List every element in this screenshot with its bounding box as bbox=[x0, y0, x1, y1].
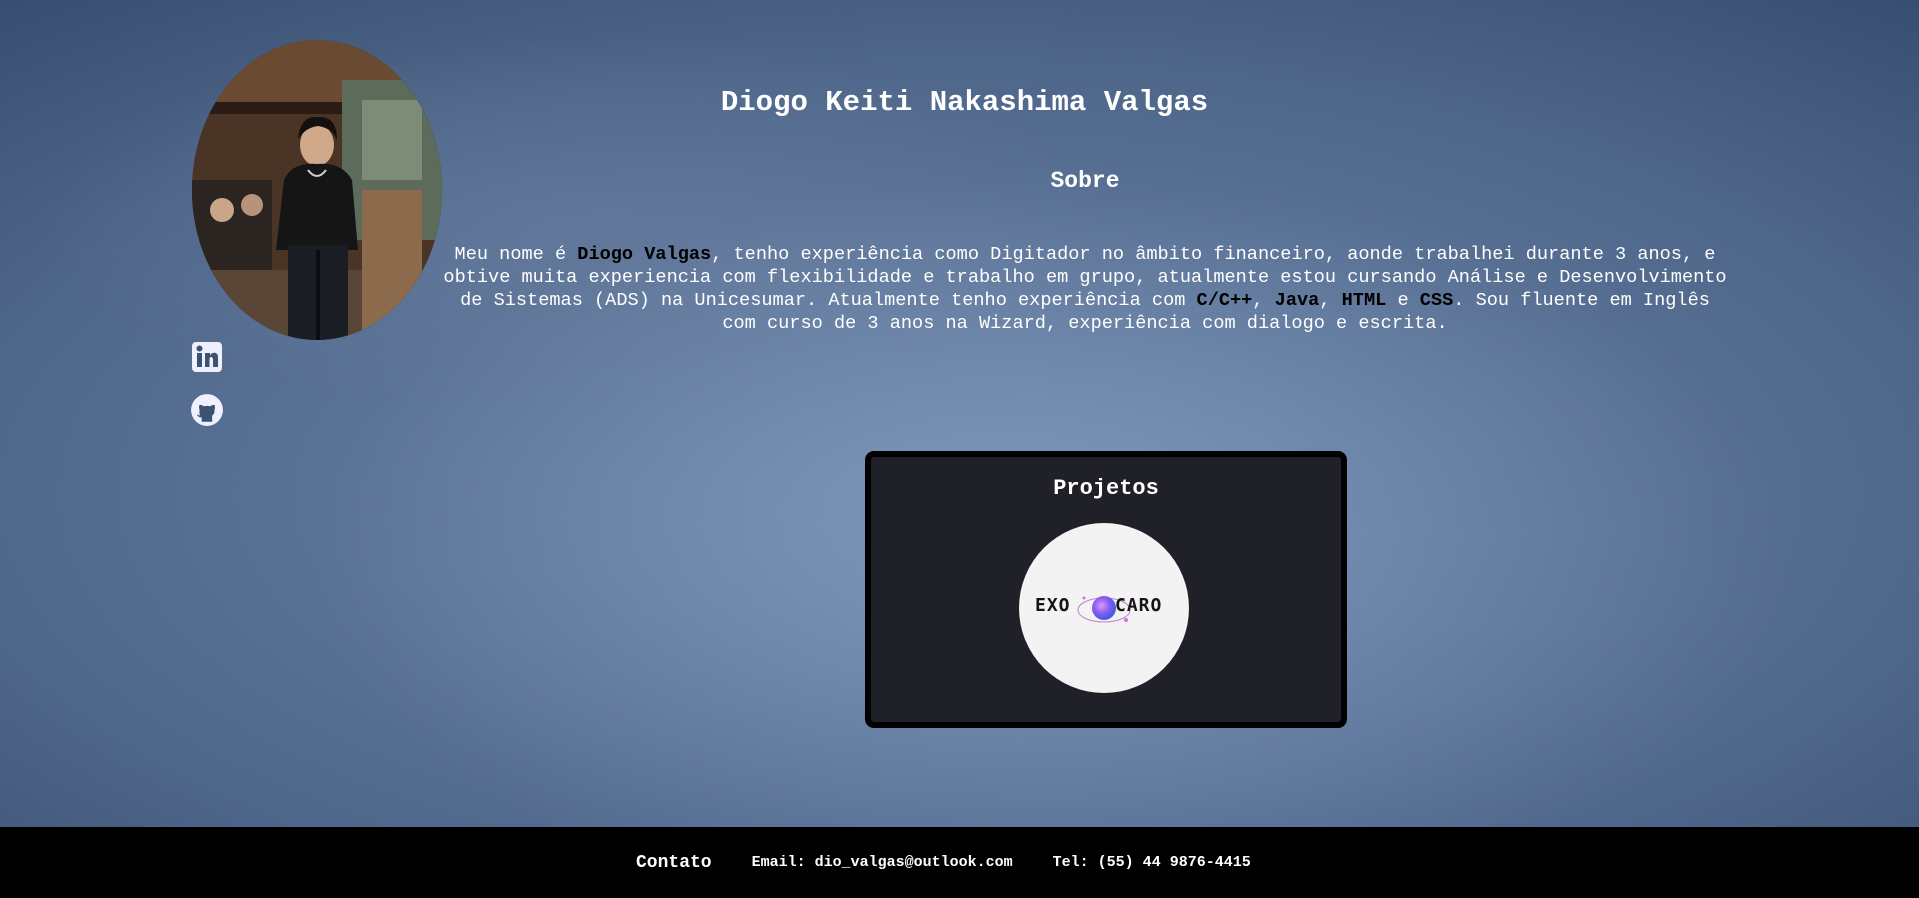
page-title: Diogo Keiti Nakashima Valgas bbox=[720, 86, 1209, 119]
project-logo-text-right: CARO bbox=[1115, 595, 1163, 616]
github-link[interactable] bbox=[190, 393, 224, 427]
contact-phone[interactable]: Tel: (55) 44 9876-4415 bbox=[1053, 854, 1251, 871]
footer: Contato Email: dio_valgas@outlook.com Te… bbox=[0, 827, 1919, 898]
about-text: Meu nome é Diogo Valgas, tenho experiênc… bbox=[443, 244, 1727, 334]
project-exocaro-link[interactable]: EXO CARO bbox=[1019, 523, 1189, 693]
contact-heading: Contato bbox=[636, 852, 712, 873]
skill-java: Java bbox=[1274, 290, 1320, 311]
about-heading: Sobre bbox=[1050, 168, 1120, 194]
name-highlight: Diogo Valgas bbox=[577, 244, 712, 265]
skill-html: HTML bbox=[1341, 290, 1387, 311]
project-logo-text-left: EXO bbox=[1035, 595, 1071, 616]
linkedin-icon bbox=[192, 342, 222, 372]
projects-card: Projetos EXO CARO bbox=[865, 451, 1347, 728]
skill-cpp: C/C++ bbox=[1196, 290, 1253, 311]
contact-email[interactable]: Email: dio_valgas@outlook.com bbox=[752, 854, 1013, 871]
linkedin-link[interactable] bbox=[190, 340, 224, 374]
projects-heading: Projetos bbox=[1053, 476, 1159, 501]
skill-css: CSS bbox=[1419, 290, 1454, 311]
github-icon bbox=[191, 394, 223, 426]
